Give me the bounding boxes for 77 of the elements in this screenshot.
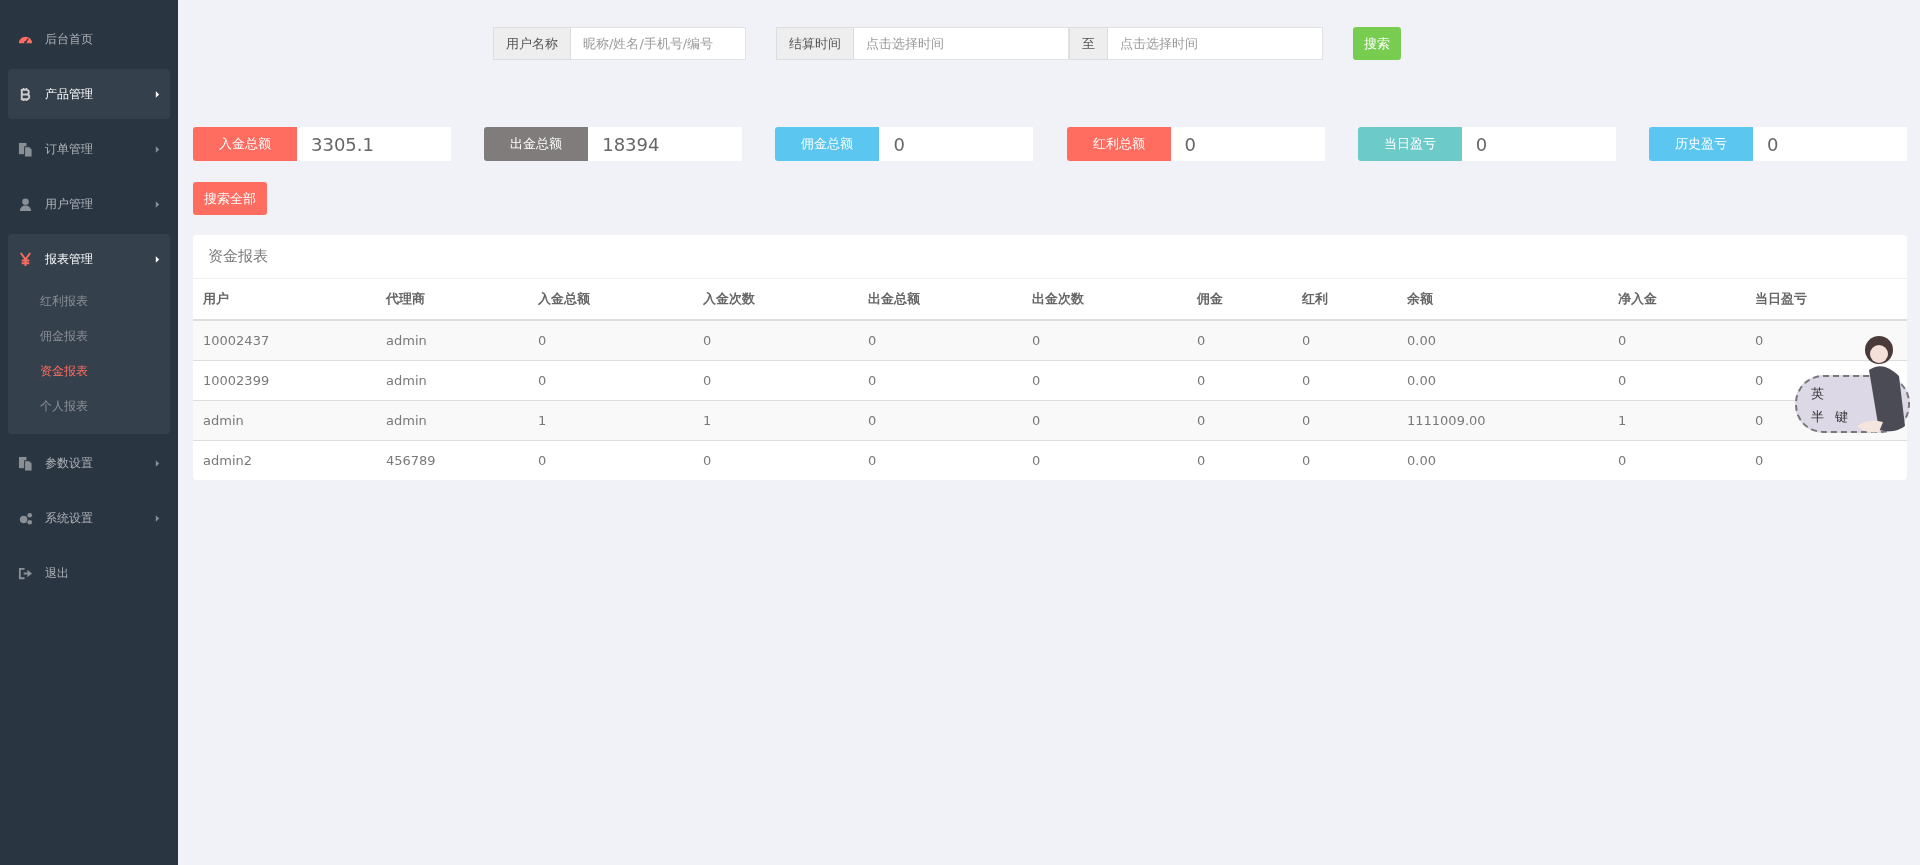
end-time-field[interactable]: 点击选择时间 bbox=[1108, 27, 1323, 60]
table-cell: 0 bbox=[693, 320, 858, 361]
table-cell: 0 bbox=[1022, 440, 1187, 480]
sidebar-item[interactable]: 订单管理 bbox=[8, 124, 170, 174]
table-cell: 0.00 bbox=[1397, 320, 1608, 361]
stat-value: 3305.1 bbox=[297, 127, 451, 161]
sidebar-item[interactable]: 产品管理 bbox=[8, 69, 170, 119]
table-cell: 0 bbox=[1187, 400, 1292, 441]
stat-value: 0 bbox=[879, 127, 1034, 161]
caret-icon bbox=[155, 513, 160, 523]
table-cell: admin bbox=[376, 320, 528, 361]
field-label: 结算时间 bbox=[776, 27, 854, 60]
table-cell: 0 bbox=[1022, 400, 1187, 441]
bitcoin-icon bbox=[18, 86, 33, 102]
caret-icon bbox=[155, 144, 160, 154]
stat-label: 出金总额 bbox=[484, 127, 589, 161]
range-separator: 至 bbox=[1069, 27, 1108, 60]
table-cell: 0 bbox=[1187, 440, 1292, 480]
stat-value: 0 bbox=[1461, 127, 1616, 161]
table-cell: 1 bbox=[528, 400, 693, 441]
stat-value: 0 bbox=[1170, 127, 1325, 161]
table-cell: 0 bbox=[858, 320, 1022, 361]
ime-keyboard-label: 键 bbox=[1835, 408, 1848, 426]
caret-icon bbox=[155, 458, 160, 468]
stat-value: 0 bbox=[1752, 127, 1907, 161]
ime-mode-label: 英 bbox=[1811, 385, 1824, 403]
table-cell: 0 bbox=[858, 440, 1022, 480]
yen-icon bbox=[18, 251, 33, 267]
stat-label: 入金总额 bbox=[193, 127, 297, 161]
sign-out-icon bbox=[18, 565, 33, 581]
sidebar-item[interactable]: 报表管理 bbox=[8, 234, 170, 284]
stat-label: 历史盈亏 bbox=[1648, 127, 1753, 161]
sidebar-item[interactable]: 用户管理 bbox=[8, 179, 170, 229]
field-label: 用户名称 bbox=[493, 27, 571, 60]
stat-label: 当日盈亏 bbox=[1357, 127, 1462, 161]
table-cell: 10002437 bbox=[193, 320, 376, 361]
stat-label: 佣金总额 bbox=[775, 127, 880, 161]
start-time-field[interactable]: 点击选择时间 bbox=[854, 27, 1069, 60]
stat-label: 红利总额 bbox=[1066, 127, 1171, 161]
caret-icon bbox=[155, 199, 160, 209]
table-cell: 1 bbox=[693, 400, 858, 441]
table-cell: 1111009.00 bbox=[1397, 400, 1608, 441]
table-cell: 0 bbox=[1292, 320, 1397, 361]
table-cell: 0 bbox=[1608, 320, 1745, 361]
table-cell: 0 bbox=[1292, 400, 1397, 441]
table-cell: 456789 bbox=[376, 440, 528, 480]
sidebar-item[interactable]: 系统设置 bbox=[8, 493, 170, 543]
caret-icon bbox=[155, 89, 160, 99]
sidebar-item[interactable]: 参数设置 bbox=[8, 438, 170, 488]
card-title: 资金报表 bbox=[193, 235, 1907, 279]
submenu-item[interactable]: 资金报表 bbox=[8, 354, 170, 389]
table-cell: admin bbox=[376, 400, 528, 441]
ime-width-label: 半 bbox=[1811, 408, 1824, 426]
table-cell: 0 bbox=[1608, 440, 1745, 480]
caret-icon bbox=[155, 254, 160, 264]
table-cell: 0 bbox=[1022, 320, 1187, 361]
sidebar-item[interactable]: 退出 bbox=[8, 548, 170, 598]
table-cell: admin bbox=[193, 400, 376, 441]
table-cell: 0 bbox=[693, 440, 858, 480]
table-cell: 0 bbox=[1292, 440, 1397, 480]
table-cell: admin2 bbox=[193, 440, 376, 480]
gears-icon bbox=[18, 510, 33, 526]
table-cell: 0 bbox=[1745, 440, 1907, 480]
table-cell: 0 bbox=[528, 440, 693, 480]
sidebar-item[interactable]: 后台首页 bbox=[8, 14, 170, 64]
stat-value: 18394 bbox=[588, 127, 743, 161]
submenu-item[interactable]: 佣金报表 bbox=[8, 319, 170, 354]
user-icon bbox=[18, 196, 33, 212]
table-cell: 0 bbox=[1187, 320, 1292, 361]
submenu-item[interactable]: 个人报表 bbox=[8, 389, 170, 424]
table-cell: 0 bbox=[528, 320, 693, 361]
submenu-item[interactable]: 红利报表 bbox=[8, 284, 170, 319]
table-cell: 0 bbox=[858, 400, 1022, 441]
table-cell: 0.00 bbox=[1397, 440, 1608, 480]
documents-icon bbox=[18, 141, 33, 157]
documents-icon bbox=[18, 455, 33, 471]
table-cell: 1 bbox=[1608, 400, 1745, 441]
